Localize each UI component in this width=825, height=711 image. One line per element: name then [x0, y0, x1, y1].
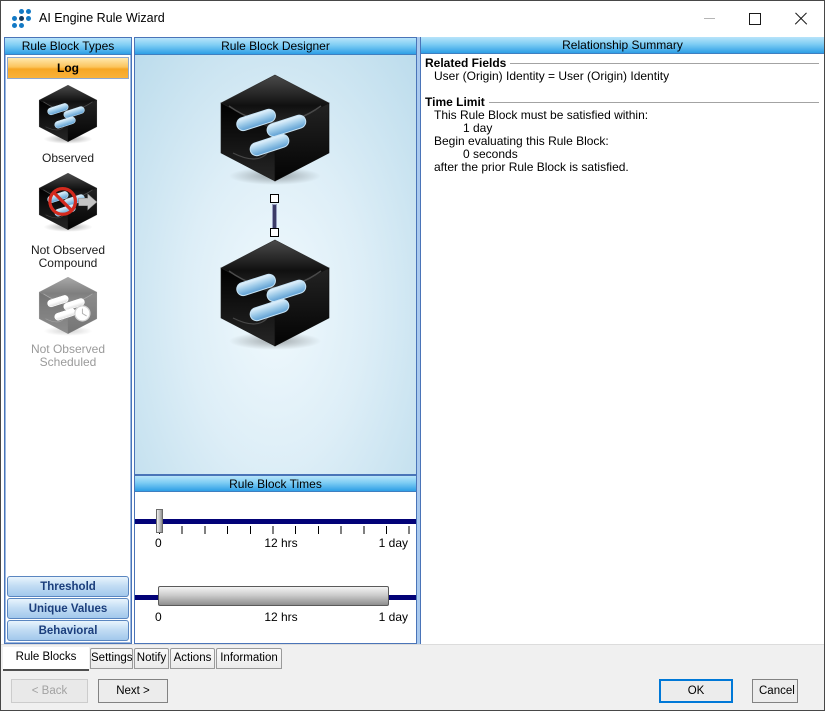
logrhythm-logo-icon — [12, 9, 32, 29]
time-limit-title-text: Time Limit — [425, 95, 485, 109]
close-icon — [794, 12, 808, 26]
tab-actions[interactable]: Actions — [170, 648, 215, 669]
rule-block-designer-header: Rule Block Designer — [135, 38, 416, 55]
window-controls — [686, 1, 824, 36]
rule-block-times-body: 0 12 hrs 1 day 0 12 hrs 1 day — [135, 492, 416, 643]
rule-block-2-cube[interactable] — [215, 238, 335, 352]
tab-information[interactable]: Information — [216, 648, 282, 669]
next-button[interactable]: Next > — [98, 679, 168, 703]
slider-ticks — [159, 526, 410, 534]
rule-block-connector[interactable] — [272, 204, 277, 229]
relationship-summary-body: Related Fields User (Origin) Identity = … — [421, 54, 824, 174]
back-button: < Back — [11, 679, 88, 703]
maximize-icon — [749, 12, 761, 25]
type-buttons-group: Threshold Unique Values Behavioral — [7, 575, 129, 641]
slider-start-label: 0 — [155, 536, 162, 550]
time-limit-section-title: Time Limit — [425, 95, 819, 109]
behavioral-type-button[interactable]: Behavioral — [7, 620, 129, 641]
not-observed-scheduled-icon — [38, 276, 98, 337]
connector-bottom-handle[interactable] — [270, 228, 279, 237]
designer-canvas[interactable] — [135, 55, 416, 475]
log-type-button[interactable]: Log — [7, 57, 129, 79]
tab-notify[interactable]: Notify — [134, 648, 169, 669]
time-limit-line: after the prior Rule Block is satisfied. — [434, 160, 629, 174]
close-button[interactable] — [778, 1, 824, 36]
title-bar: AI Engine Rule Wizard — [1, 1, 824, 37]
slider-middle-label: 12 hrs — [264, 536, 298, 550]
observed-cube-icon[interactable] — [36, 84, 100, 145]
not-observed-compound-label: Not Observed Compound — [30, 243, 106, 270]
slider-range-bar[interactable] — [158, 586, 389, 606]
cancel-button[interactable]: Cancel — [752, 679, 798, 703]
rule-block-types-panel: Rule Block Types Log Observed Not Observ… — [4, 37, 132, 644]
bottom-bar: Rule Blocks Settings Notify Actions Info… — [1, 644, 824, 710]
clock-icon — [74, 305, 91, 322]
tab-rule-blocks[interactable]: Rule Blocks — [3, 647, 89, 671]
unique-values-type-button[interactable]: Unique Values — [7, 598, 129, 619]
rule-block-times-header: Rule Block Times — [135, 475, 416, 492]
related-fields-line: User (Origin) Identity = User (Origin) I… — [434, 69, 670, 83]
ok-button[interactable]: OK — [659, 679, 733, 703]
not-observed-compound-icon[interactable] — [36, 172, 100, 233]
ai-engine-rule-wizard-window: AI Engine Rule Wizard Rule Block Types L… — [0, 0, 825, 711]
rule-block-types-header: Rule Block Types — [5, 38, 131, 55]
connector-top-handle[interactable] — [270, 194, 279, 203]
slider-thumb[interactable] — [156, 509, 163, 533]
rule-block-designer-panel: Rule Block Designer Rule Block Times 0 1… — [134, 37, 417, 644]
related-fields-section-title: Related Fields — [425, 56, 819, 70]
minimize-icon — [703, 18, 715, 19]
tab-settings[interactable]: Settings — [90, 648, 133, 669]
slider-end-label: 1 day — [378, 536, 408, 550]
minimize-button — [686, 1, 732, 36]
relationship-summary-panel: Relationship Summary Related Fields User… — [421, 37, 824, 644]
not-observed-scheduled-label: Not Observed Scheduled — [30, 342, 106, 369]
slider-middle-label: 12 hrs — [264, 610, 298, 624]
relationship-summary-header: Relationship Summary — [421, 37, 824, 54]
observed-label: Observed — [41, 151, 95, 165]
window-title: AI Engine Rule Wizard — [39, 11, 165, 25]
slider-start-label: 0 — [155, 610, 162, 624]
slider-track[interactable] — [135, 519, 416, 524]
slider-end-label: 1 day — [378, 610, 408, 624]
maximize-button[interactable] — [732, 1, 778, 36]
rule-block-1-cube[interactable] — [215, 73, 335, 187]
threshold-type-button[interactable]: Threshold — [7, 576, 129, 597]
related-fields-title-text: Related Fields — [425, 56, 507, 70]
